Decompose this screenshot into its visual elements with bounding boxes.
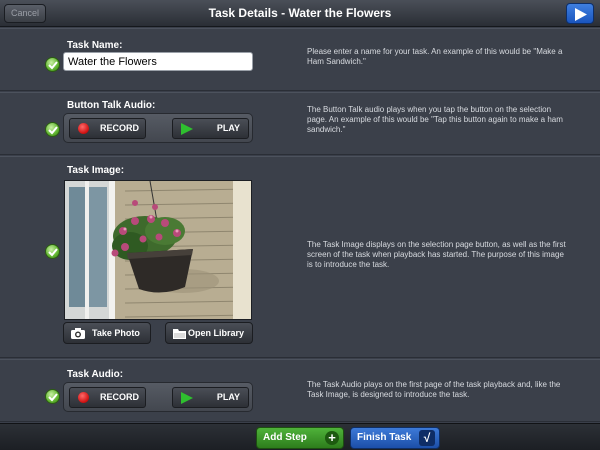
bottom-toolbar: Add Step + Finish Task √ (0, 423, 600, 450)
plus-icon: + (325, 431, 339, 445)
task-audio-record-button[interactable]: RECORD (69, 387, 146, 408)
task-image-title: Task Image: (67, 165, 125, 176)
check-icon (45, 57, 60, 72)
task-audio-help-text: The Task Audio plays on the first page o… (307, 380, 561, 399)
preview-play-button[interactable] (566, 3, 594, 24)
button-talk-record-button[interactable]: RECORD (69, 118, 146, 139)
task-image-help-text: The Task Image displays on the selection… (307, 240, 566, 269)
navigation-bar: Cancel Task Details - Water the Flowers (0, 0, 600, 27)
hanging-flower-basket-photo (65, 181, 251, 319)
task-audio-controls: RECORD PLAY (63, 382, 253, 412)
button-talk-audio-title: Button Talk Audio: (67, 100, 156, 111)
task-name-title: Task Name: (67, 40, 123, 51)
add-step-label: Add Step (263, 432, 307, 443)
open-library-button[interactable]: Open Library (165, 322, 253, 344)
play-icon (575, 8, 587, 21)
record-label: RECORD (100, 123, 140, 133)
play-label: PLAY (216, 392, 240, 402)
camera-icon (71, 328, 85, 339)
folder-icon (173, 329, 186, 339)
page-title: Task Details - Water the Flowers (208, 6, 392, 20)
finish-task-label: Finish Task (357, 432, 412, 443)
task-audio-play-button[interactable]: PLAY (172, 387, 249, 408)
button-talk-audio-help-text: The Button Talk audio plays when you tap… (307, 105, 563, 134)
take-photo-button[interactable]: Take Photo (63, 322, 151, 344)
check-icon (45, 389, 60, 404)
task-name-help-text: Please enter a name for your task. An ex… (307, 47, 563, 66)
open-library-label: Open Library (188, 328, 245, 338)
button-talk-audio-controls: RECORD PLAY (63, 113, 253, 143)
record-icon (78, 123, 89, 134)
take-photo-label: Take Photo (92, 328, 140, 338)
play-icon (181, 392, 193, 404)
task-image-preview[interactable] (64, 180, 252, 320)
record-label: RECORD (100, 392, 140, 402)
play-icon (181, 123, 193, 135)
record-icon (78, 392, 89, 403)
task-audio-title: Task Audio: (67, 369, 124, 380)
check-icon (45, 244, 60, 259)
add-step-button[interactable]: Add Step + (256, 427, 344, 449)
task-name-input[interactable] (63, 52, 253, 71)
check-icon (45, 122, 60, 137)
button-talk-play-button[interactable]: PLAY (172, 118, 249, 139)
play-label: PLAY (216, 123, 240, 133)
finish-task-button[interactable]: Finish Task √ (350, 427, 440, 449)
checkmark-icon: √ (419, 430, 435, 446)
